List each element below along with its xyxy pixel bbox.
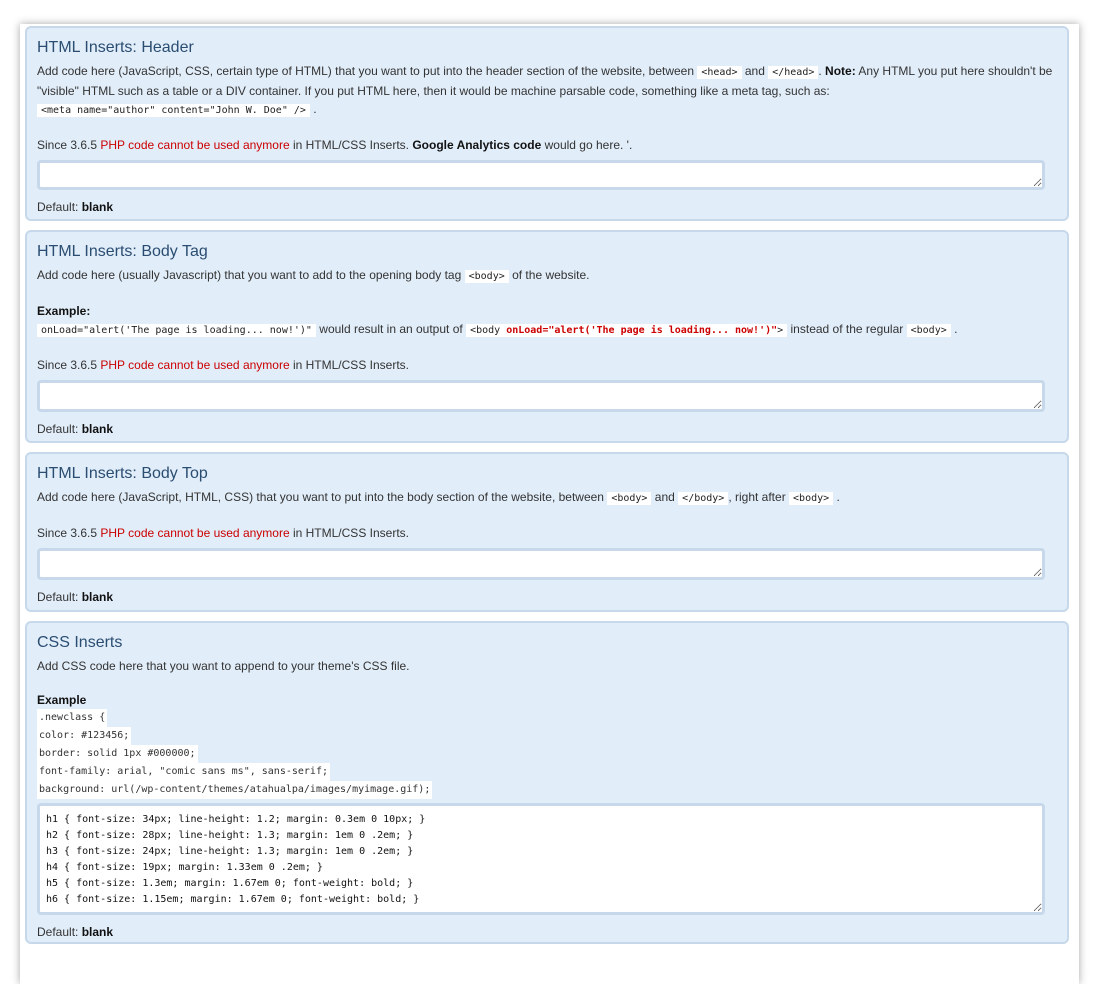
header-insert-textarea[interactable] — [37, 160, 1045, 190]
code-meta-example: <meta name="author" content="John W. Doe… — [37, 104, 310, 117]
panel-description: Add code here (JavaScript, HTML, CSS) th… — [37, 490, 840, 505]
example-label: Example: — [37, 304, 91, 318]
example-line: onLoad="alert('The page is loading... no… — [37, 320, 1057, 340]
ga-label: Google Analytics code — [412, 138, 542, 152]
panel-description: Add code here (usually Javascript) that … — [37, 268, 590, 283]
default-line: Default: blank — [37, 590, 114, 604]
css-inserts-panel: CSS Inserts Add CSS code here that you w… — [25, 621, 1069, 944]
code-line: background: url(/wp-content/themes/atahu… — [37, 781, 433, 799]
default-line: Default: blank — [37, 422, 114, 436]
code-line: border: solid 1px #000000; — [37, 745, 198, 763]
html-inserts-bodytop-panel: HTML Inserts: Body Top Add code here (Ja… — [25, 452, 1069, 612]
php-warning: PHP code cannot be used anymore — [100, 526, 290, 540]
panel-title: CSS Inserts — [37, 634, 123, 651]
code-body: <body> — [607, 492, 652, 505]
default-value: blank — [81, 200, 114, 214]
code-line: color: #123456; — [37, 727, 132, 745]
code-body-close: </body> — [678, 492, 729, 505]
code-line: .newclass { — [37, 709, 108, 727]
panel-title: HTML Inserts: Body Tag — [37, 243, 208, 260]
bodytop-insert-textarea[interactable] — [37, 548, 1045, 580]
html-inserts-header-panel: HTML Inserts: Header Add code here (Java… — [25, 26, 1069, 221]
default-value: blank — [81, 590, 114, 604]
options-page: HTML Inserts: Header Add code here (Java… — [20, 24, 1079, 984]
default-value: blank — [81, 422, 114, 436]
panel-title: HTML Inserts: Header — [37, 39, 194, 56]
php-warning-line: Since 3.6.5 PHP code cannot be used anym… — [37, 138, 633, 152]
code-head-close: </head> — [768, 66, 819, 79]
default-line: Default: blank — [37, 925, 114, 939]
panel-description: Add code here (JavaScript, CSS, certain … — [37, 64, 1053, 117]
code-body-regular: <body> — [906, 324, 951, 337]
code-onload: onLoad="alert('The page is loading... no… — [37, 324, 316, 337]
code-output: <body onLoad="alert('The page is loading… — [466, 324, 788, 337]
php-warning: PHP code cannot be used anymore — [100, 138, 290, 152]
php-warning-line: Since 3.6.5 PHP code cannot be used anym… — [37, 358, 409, 372]
code-head-open: <head> — [697, 66, 742, 79]
panel-title: HTML Inserts: Body Top — [37, 465, 208, 482]
default-line: Default: blank — [37, 200, 114, 214]
example-label: Example — [37, 693, 87, 707]
bodytag-insert-textarea[interactable] — [37, 380, 1045, 412]
php-warning-line: Since 3.6.5 PHP code cannot be used anym… — [37, 526, 409, 540]
code-body: <body> — [464, 270, 509, 283]
html-inserts-bodytag-panel: HTML Inserts: Body Tag Add code here (us… — [25, 230, 1069, 443]
code-line: font-family: arial, "comic sans ms", san… — [37, 763, 330, 781]
css-example-code: .newclass { color: #123456; border: soli… — [37, 709, 1057, 799]
css-insert-textarea[interactable]: h1 { font-size: 34px; line-height: 1.2; … — [37, 803, 1045, 915]
note-label: Note: — [825, 64, 856, 78]
code-body-after: <body> — [789, 492, 834, 505]
panel-description: Add CSS code here that you want to appen… — [37, 659, 410, 673]
default-value: blank — [81, 925, 114, 939]
php-warning: PHP code cannot be used anymore — [100, 358, 290, 372]
